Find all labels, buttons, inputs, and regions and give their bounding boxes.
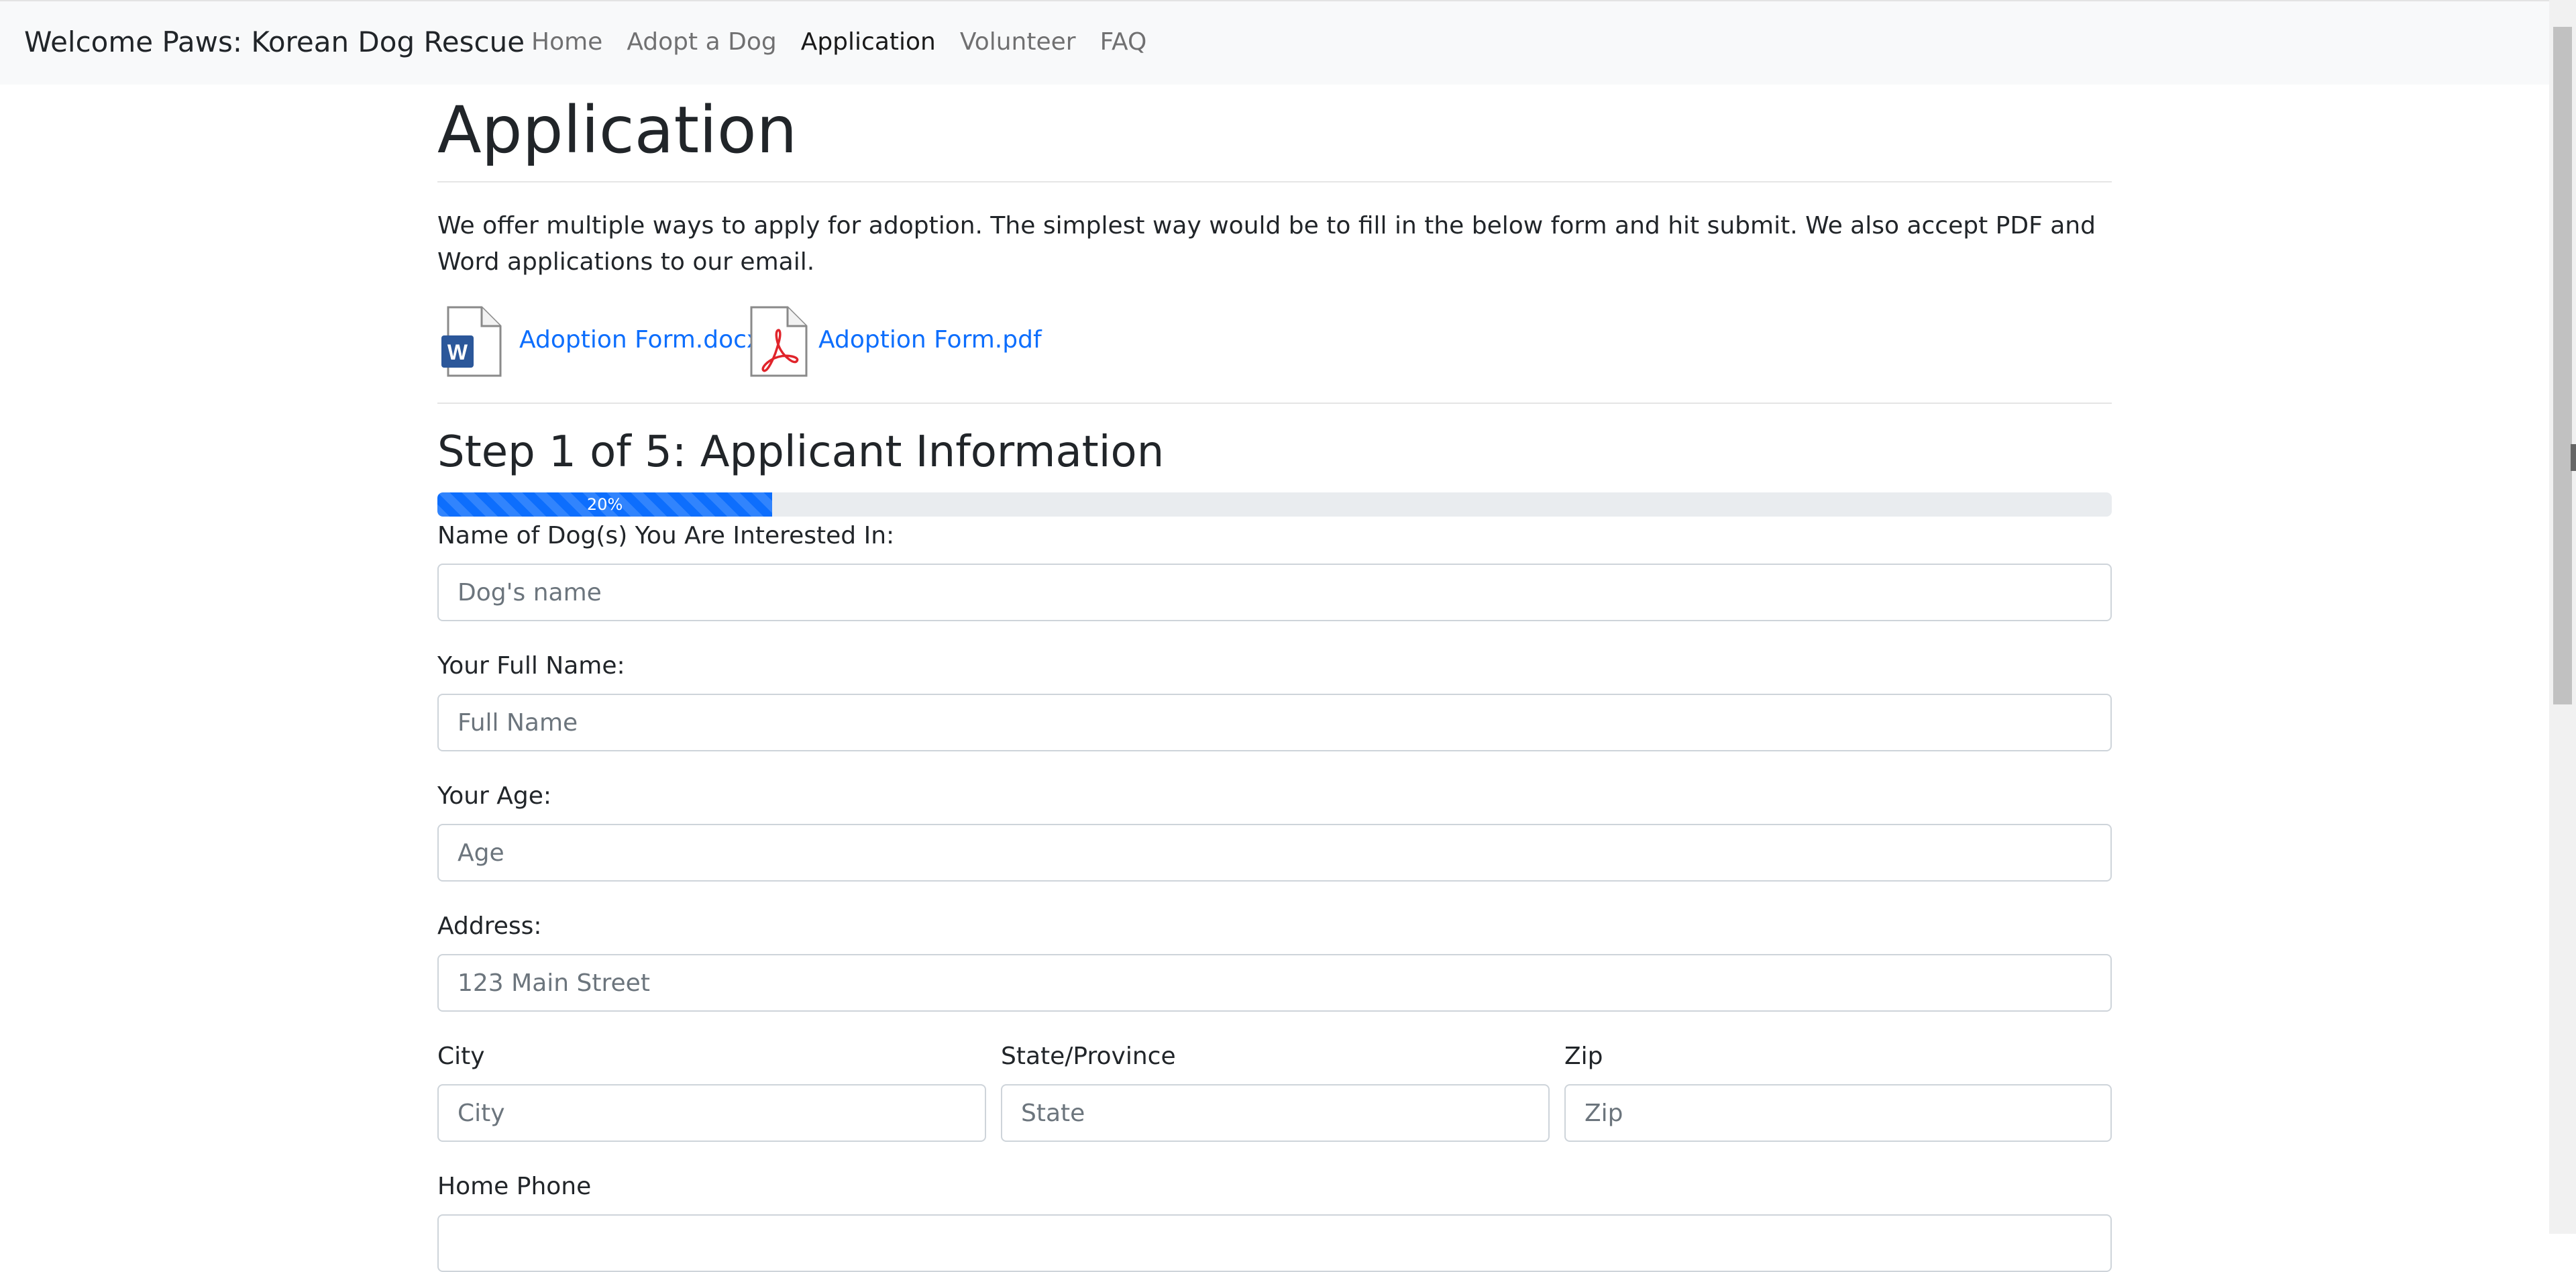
state-input[interactable] xyxy=(1001,1084,1550,1142)
nav-link-volunteer[interactable]: Volunteer xyxy=(960,28,1076,56)
divider xyxy=(437,181,2112,182)
city-input[interactable] xyxy=(437,1084,986,1142)
age-label: Your Age: xyxy=(437,782,552,810)
intro-text: We offer multiple ways to apply for adop… xyxy=(437,212,2096,276)
vertical-scrollbar[interactable] xyxy=(2549,0,2576,1234)
step-title: Step 1 of 5: Applicant Information xyxy=(437,427,1165,477)
dog-name-label: Name of Dog(s) You Are Interested In: xyxy=(437,522,895,549)
nav-link-application[interactable]: Application xyxy=(801,28,936,56)
resize-handle xyxy=(2571,444,2576,471)
nav-link-home[interactable]: Home xyxy=(531,28,602,56)
address-input[interactable] xyxy=(437,954,2112,1012)
nav-links: Home Adopt a Dog Application Volunteer F… xyxy=(531,28,1171,56)
state-label: State/Province xyxy=(1001,1043,1176,1070)
top-navbar: Welcome Paws: Korean Dog Rescue Home Ado… xyxy=(0,0,2549,85)
nav-link-adopt-a-dog[interactable]: Adopt a Dog xyxy=(627,28,776,56)
progress-bar-track: 20% xyxy=(437,492,2112,517)
full-name-input[interactable] xyxy=(437,694,2112,751)
pdf-document-icon[interactable] xyxy=(747,306,810,378)
adoption-form-pdf-link[interactable]: Adoption Form.pdf xyxy=(818,326,1042,354)
divider xyxy=(437,403,2112,404)
scrollbar-thumb[interactable] xyxy=(2553,27,2572,704)
zip-label: Zip xyxy=(1564,1043,1603,1070)
brand-link[interactable]: Welcome Paws: Korean Dog Rescue xyxy=(24,25,525,58)
dog-name-input[interactable] xyxy=(437,564,2112,621)
svg-text:W: W xyxy=(447,340,468,364)
address-label: Address: xyxy=(437,912,542,940)
age-input[interactable] xyxy=(437,824,2112,882)
page-title: Application xyxy=(437,93,798,168)
nav-link-faq[interactable]: FAQ xyxy=(1100,28,1147,56)
word-document-icon[interactable]: W xyxy=(440,306,503,378)
zip-input[interactable] xyxy=(1564,1084,2112,1142)
city-label: City xyxy=(437,1043,485,1070)
adoption-form-docx-link[interactable]: Adoption Form.docx xyxy=(519,326,761,354)
full-name-label: Your Full Name: xyxy=(437,652,625,680)
progress-bar-fill: 20% xyxy=(437,492,773,517)
home-phone-label: Home Phone xyxy=(437,1173,592,1200)
home-phone-input[interactable] xyxy=(437,1214,2112,1272)
